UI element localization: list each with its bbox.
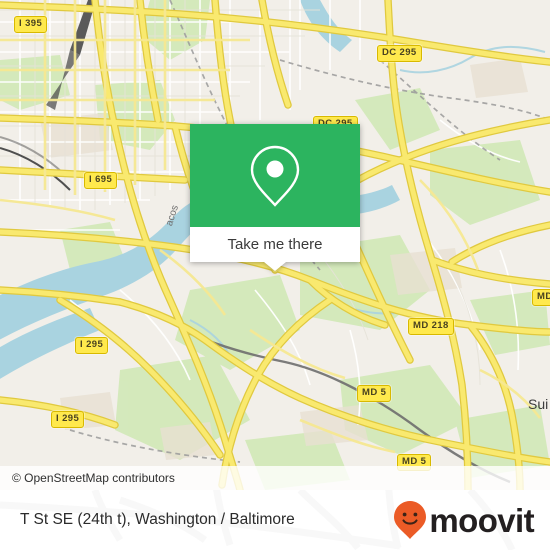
popup-action-area[interactable]: Take me there bbox=[190, 227, 360, 271]
road-shield: MD 5 bbox=[357, 385, 392, 402]
footer-bar: T St SE (24th t), Washington / Baltimore… bbox=[0, 490, 550, 550]
road-shield: DC 295 bbox=[377, 45, 422, 62]
take-me-there-label: Take me there bbox=[227, 236, 323, 253]
moovit-station-map-screen: I 395 DC 295 DC 295 I 695 MD MD 218 I 29… bbox=[0, 0, 550, 550]
map-attribution-bar: © OpenStreetMap contributors bbox=[0, 466, 550, 490]
page-title: T St SE (24th t), Washington / Baltimore bbox=[20, 511, 295, 528]
road-shield: I 295 bbox=[51, 411, 85, 428]
road-shield: I 695 bbox=[84, 172, 118, 189]
popup-tail bbox=[264, 262, 286, 271]
station-popup-card[interactable]: Take me there bbox=[190, 124, 360, 271]
map-pin-icon bbox=[250, 145, 300, 207]
road-shield: MD 218 bbox=[408, 318, 454, 335]
moovit-logo[interactable]: moovit bbox=[393, 500, 535, 540]
place-label-suitland: Sui bbox=[528, 396, 549, 412]
road-shield: I 395 bbox=[14, 16, 48, 33]
attribution-text[interactable]: © OpenStreetMap contributors bbox=[0, 471, 175, 485]
road-shield: MD bbox=[532, 289, 550, 306]
moovit-wordmark: moovit bbox=[429, 501, 534, 539]
road-shield: I 295 bbox=[75, 337, 109, 354]
moovit-smiley-pin-icon bbox=[394, 501, 427, 539]
popup-icon-area bbox=[190, 124, 360, 227]
